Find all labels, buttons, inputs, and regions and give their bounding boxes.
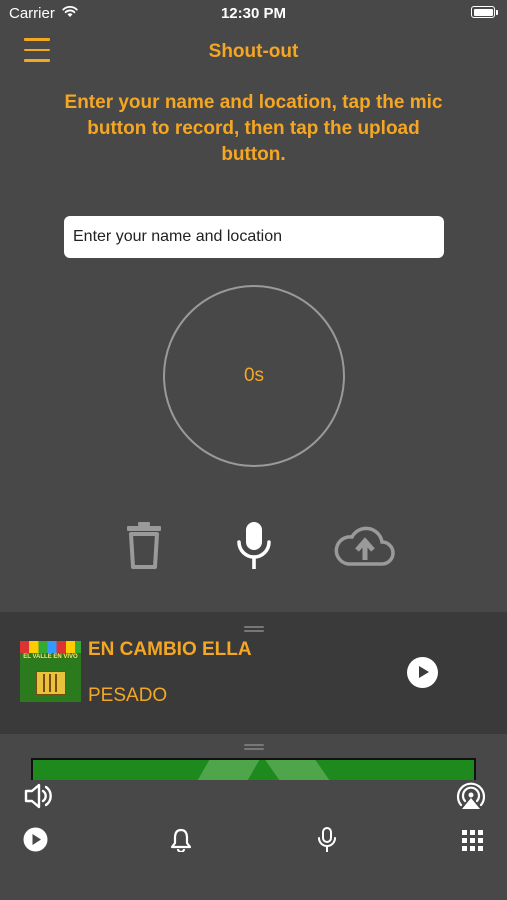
record-timer-circle: 0s xyxy=(163,285,345,467)
timer-text: 0s xyxy=(243,365,265,386)
album-art: EL VALLE EN VIVO xyxy=(20,641,81,702)
name-location-input[interactable] xyxy=(64,216,444,258)
banner-image xyxy=(31,758,476,780)
drag-handle-line xyxy=(244,630,264,632)
panel-drag-handle[interactable] xyxy=(244,744,264,746)
battery-nub xyxy=(496,10,498,15)
play-circle-icon[interactable] xyxy=(23,827,48,852)
grid-icon[interactable] xyxy=(462,830,483,851)
microphone-icon[interactable] xyxy=(317,827,337,853)
song-artist: PESADO xyxy=(88,685,168,706)
accordion-graphic xyxy=(36,671,66,695)
cloud-upload-icon[interactable] xyxy=(332,520,396,570)
volume-icon[interactable] xyxy=(24,782,54,810)
broadcast-icon[interactable] xyxy=(455,781,487,811)
album-art-text: EL VALLE EN VIVO xyxy=(23,654,78,660)
panel-drag-handle-line xyxy=(244,748,264,750)
page-title: Shout-out xyxy=(208,41,299,62)
drag-handle[interactable] xyxy=(244,626,264,628)
bell-icon[interactable] xyxy=(170,828,192,852)
clock: 12:30 PM xyxy=(220,5,287,22)
battery-icon xyxy=(471,6,495,18)
status-bar: Carrier 12:30 PM xyxy=(0,0,507,28)
trash-icon[interactable] xyxy=(124,520,164,570)
play-button[interactable] xyxy=(407,657,438,688)
microphone-icon[interactable] xyxy=(234,520,274,572)
instructions-text: Enter your name and location, tap the mi… xyxy=(64,92,443,165)
song-title: EN CAMBIO ELLA xyxy=(88,639,252,660)
